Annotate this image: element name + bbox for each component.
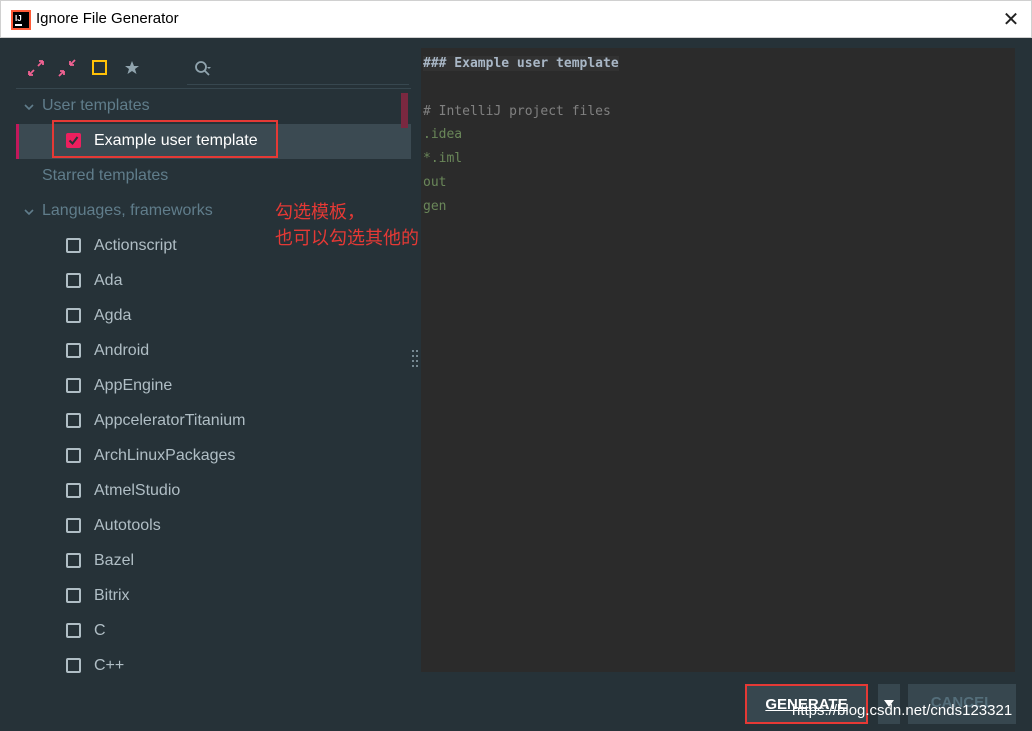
template-checkbox[interactable] [66,588,81,603]
tree-item-language[interactable]: C [16,614,411,649]
tree-group-label: Starred templates [42,167,169,184]
tree-item-label: AppEngine [94,377,173,394]
window-title: Ignore File Generator [36,10,179,27]
tree-item-language[interactable]: Android [16,334,411,369]
template-checkbox[interactable] [66,273,81,288]
gitignore-preview-editor[interactable]: ### Example user template # IntelliJ pro… [421,48,1015,672]
chevron-down-icon [24,104,34,111]
tree-item-language[interactable]: C++ [16,649,411,673]
search-icon [195,61,211,76]
square-outline-icon[interactable] [90,58,110,78]
tree-item-language[interactable]: Autotools [16,509,411,544]
template-checkbox[interactable] [66,623,81,638]
tree-group-label: Languages, frameworks [42,202,213,219]
tree-item-label: Autotools [94,517,161,534]
tree-item-label: AtmelStudio [94,482,181,499]
template-checkbox[interactable] [66,518,81,533]
code-line-path: gen [423,199,447,214]
template-checkbox[interactable] [66,413,81,428]
watermark-text: https://blog.csdn.net/cnds123321 [792,702,1013,719]
code-line-path: *.iml [423,151,463,166]
tree-scrollbar-thumb[interactable] [401,93,408,128]
template-checkbox[interactable] [66,553,81,568]
template-checkbox[interactable] [66,448,81,463]
intellij-app-icon: IJ [11,10,31,30]
splitter-handle-icon[interactable] [411,348,419,370]
tree-item-label: Agda [94,307,132,324]
tree-item-label: C++ [94,657,125,673]
code-line-path: out [423,175,447,190]
expand-all-icon[interactable] [26,58,46,78]
tree-item-label: Ada [94,272,123,289]
tree-item-language[interactable]: ArchLinuxPackages [16,439,411,474]
tree-group-label: User templates [42,97,150,114]
tree-item-label: Bazel [94,552,135,569]
tree-item-language[interactable]: AtmelStudio [16,474,411,509]
selection-accent [16,124,19,159]
template-checkbox[interactable] [66,378,81,393]
tree-item-label: C [94,622,106,639]
star-icon[interactable] [122,58,142,78]
tree-item-label: Bitrix [94,587,130,604]
collapse-all-icon[interactable] [57,58,77,78]
svg-text:IJ: IJ [15,14,22,23]
tree-item-label: Android [94,342,150,359]
code-line-comment: # IntelliJ project files [423,104,611,119]
code-line-heading: ### Example user template [423,56,619,71]
tree-item-language[interactable]: Bazel [16,544,411,579]
tree-group-user-templates[interactable]: User templates [16,89,411,124]
tree-item-language[interactable]: AppEngine [16,369,411,404]
template-tree: User templates Example user template Sta… [16,88,411,673]
code-line-path: .idea [423,127,463,142]
tree-group-starred-templates[interactable]: Starred templates [16,159,411,194]
tree-item-label: ArchLinuxPackages [94,447,236,464]
highlight-box [52,120,278,158]
template-checkbox[interactable] [66,308,81,323]
tree-item-language[interactable]: AppceleratorTitanium [16,404,411,439]
chevron-down-icon [24,209,34,216]
close-button[interactable]: ✕ [999,7,1023,31]
tree-item-language[interactable]: Bitrix [16,579,411,614]
template-checkbox[interactable] [66,343,81,358]
template-toolbar [16,48,411,88]
tree-item-language[interactable]: Agda [16,299,411,334]
template-checkbox[interactable] [66,483,81,498]
tree-item-label: Actionscript [94,237,177,254]
title-bar: IJ Ignore File Generator ✕ [0,0,1032,38]
tree-item-language[interactable]: Ada [16,264,411,299]
tree-item-label: AppceleratorTitanium [94,412,246,429]
template-checkbox[interactable] [66,238,81,253]
search-input[interactable] [187,56,409,85]
template-checkbox[interactable] [66,658,81,673]
